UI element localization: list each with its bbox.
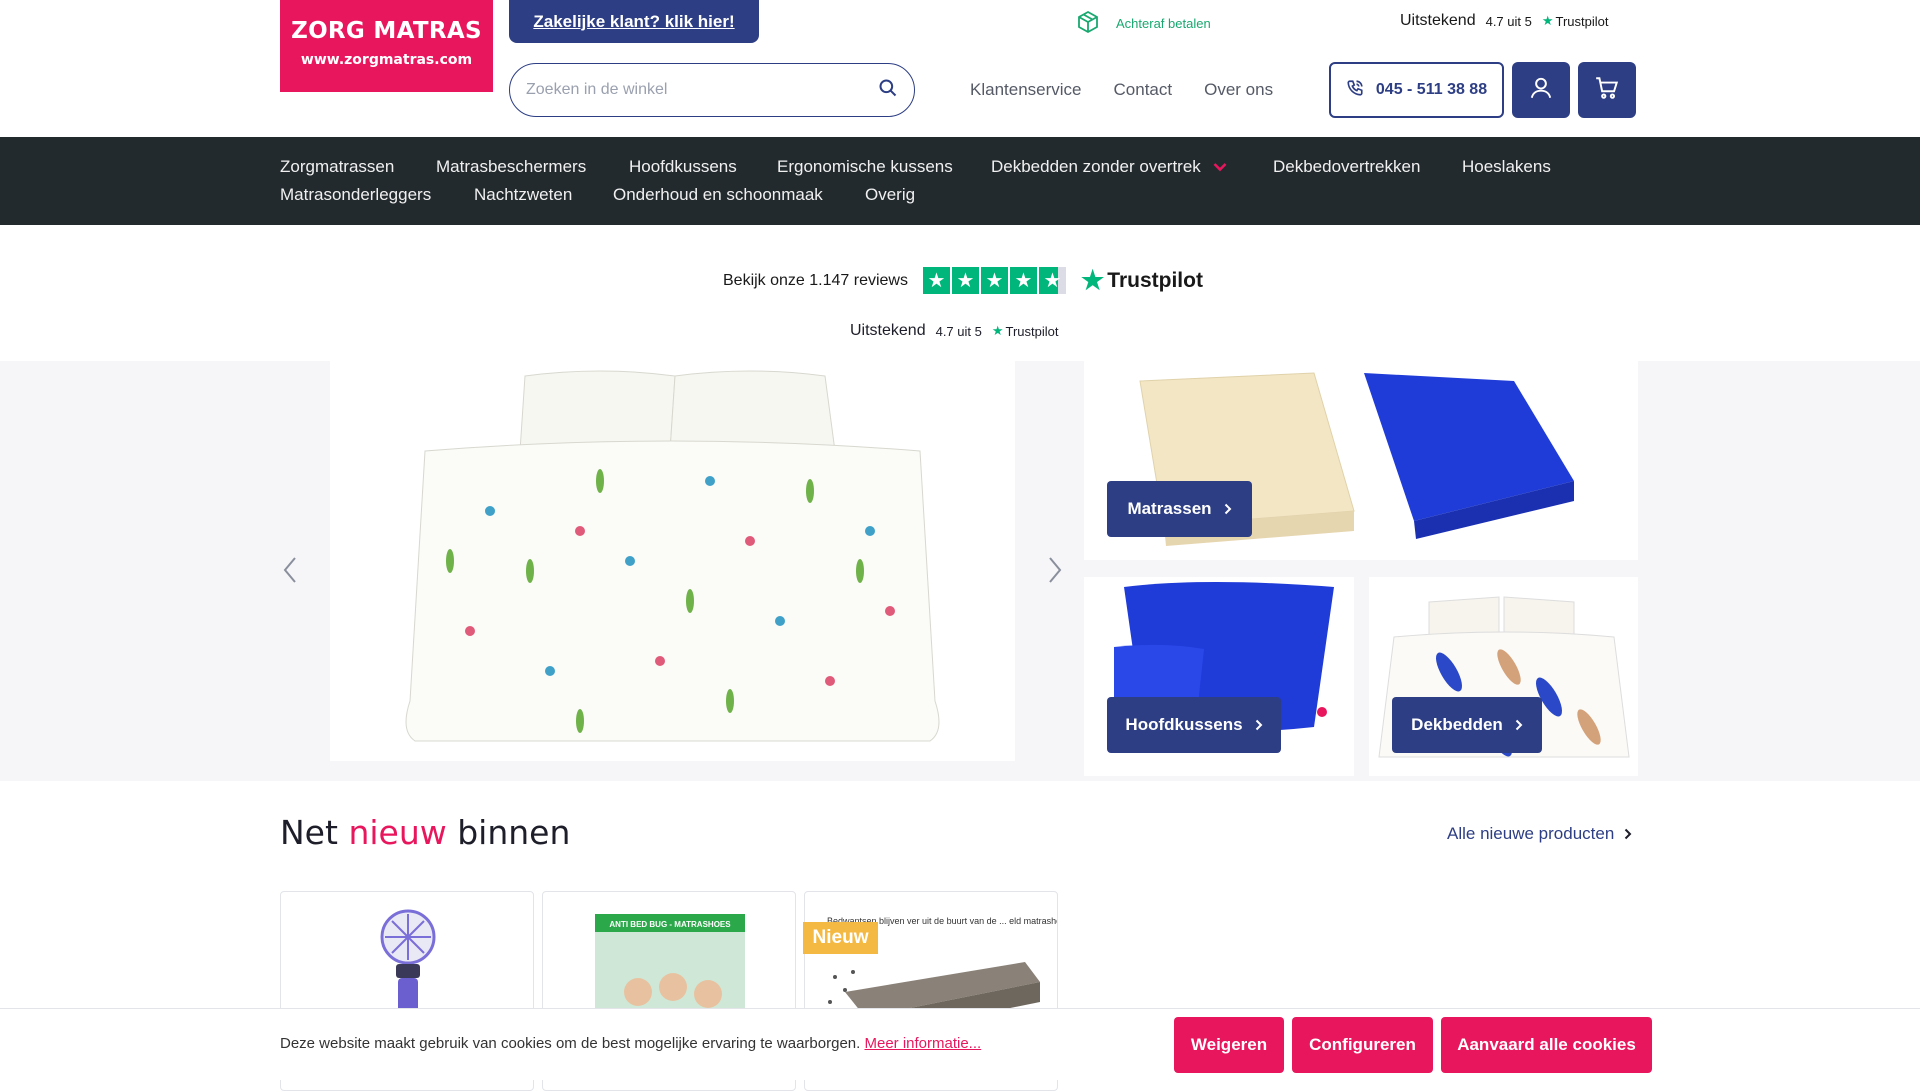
trustpilot-brand: ★ Trustpilot: [1542, 13, 1609, 29]
trustpilot-brand-text: Trustpilot: [1005, 323, 1059, 339]
cart-icon: [1594, 75, 1620, 106]
matrassen-label: Matrassen: [1127, 499, 1212, 518]
floral-duvet-image: [330, 361, 1015, 761]
hoofdkussens-button[interactable]: Hoofdkussens: [1107, 697, 1281, 753]
star-icon: ★: [951, 267, 979, 294]
nav-onderhoud-en-schoonmaak[interactable]: Onderhoud en schoonmaak: [613, 185, 823, 205]
new-in-heading: Net nieuw binnen: [280, 813, 570, 852]
star-icon: ★: [922, 267, 950, 294]
matrashoes-banner: ANTI BED BUG - MATRASHOES: [609, 920, 731, 929]
trustpilot-star-icon: ★: [991, 323, 1004, 338]
trustpilot-review-widget[interactable]: Bekijk onze 1.147 reviews ★ ★ ★ ★ ★ ★ Tr…: [723, 265, 1203, 296]
chevron-right-icon: [1224, 503, 1231, 515]
category-tile-hoofdkussens[interactable]: Hoofdkussens: [1084, 577, 1354, 776]
search-icon[interactable]: [878, 78, 898, 103]
trustpilot-rating-word: Uitstekend: [850, 322, 926, 339]
dekbedden-button[interactable]: Dekbedden: [1392, 697, 1542, 753]
category-tile-dekbedden[interactable]: Dekbedden: [1369, 577, 1638, 776]
phone-icon: [1346, 79, 1364, 102]
nav-hoeslakens[interactable]: Hoeslakens: [1462, 157, 1551, 177]
star-icon: ★: [980, 267, 1008, 294]
all-new-products-link[interactable]: Alle nieuwe producten: [1447, 824, 1632, 844]
cookie-banner: Deze website maakt gebruik van cookies o…: [0, 1008, 1920, 1080]
trustpilot-header-widget[interactable]: Uitstekend 4.7 uit 5 ★ Trustpilot: [1400, 12, 1609, 30]
trustpilot-logo: ★ Trustpilot: [1081, 265, 1203, 296]
hero-slider[interactable]: [330, 361, 1015, 761]
chevron-right-icon: [1049, 557, 1062, 583]
new-in-title-accent: nieuw: [348, 813, 447, 852]
business-customer-button[interactable]: Zakelijke klant? klik hier!: [509, 0, 759, 43]
chevron-right-icon: [1515, 719, 1523, 731]
cookie-message: Deze website maakt gebruik van cookies o…: [280, 1035, 981, 1052]
cart-button[interactable]: [1578, 62, 1636, 118]
nav-dekbedden-label: Dekbedden zonder overtrek: [991, 157, 1201, 176]
trustpilot-score: 4.7 uit 5: [935, 323, 982, 339]
new-badge: Nieuw: [803, 922, 878, 954]
nav-zorgmatrassen[interactable]: Zorgmatrassen: [280, 157, 394, 177]
nav-dekbedovertrekken[interactable]: Dekbedovertrekken: [1273, 157, 1420, 177]
accept-cookies-button[interactable]: Aanvaard alle cookies: [1441, 1017, 1652, 1073]
cookie-text: Deze website maakt gebruik van cookies o…: [280, 1035, 861, 1052]
pay-later-text: Achteraf betalen: [1116, 16, 1211, 31]
phone-button[interactable]: 045 - 511 38 88: [1329, 62, 1504, 118]
nav-nachtzweten[interactable]: Nachtzweten: [474, 185, 572, 205]
slider-prev-button[interactable]: [275, 540, 305, 600]
configure-cookies-button[interactable]: Configureren: [1292, 1017, 1433, 1073]
trustpilot-rating-word: Uitstekend: [1400, 12, 1476, 29]
logo-url: www.zorgmatras.com: [300, 52, 473, 68]
chevron-down-icon: [1213, 157, 1227, 177]
main-navigation: Zorgmatrassen Matrasbeschermers Hoofdkus…: [0, 137, 1920, 225]
trustpilot-mini-widget[interactable]: Uitstekend 4.7 uit 5 ★ Trustpilot: [850, 322, 1059, 340]
search-input[interactable]: Zoeken in de winkel: [526, 81, 878, 99]
new-in-title-post: binnen: [457, 813, 571, 852]
trustpilot-logo-text: Trustpilot: [1107, 268, 1203, 292]
trustpilot-star-icon: ★: [1080, 265, 1105, 295]
link-contact[interactable]: Contact: [1114, 80, 1173, 100]
cookie-more-info-link[interactable]: Meer informatie...: [864, 1035, 981, 1052]
category-tile-matrassen[interactable]: Matrassen: [1084, 361, 1638, 560]
half-star-icon: ★: [1038, 267, 1066, 294]
search-bar[interactable]: Zoeken in de winkel: [509, 63, 915, 117]
all-new-products-label: Alle nieuwe producten: [1447, 824, 1615, 843]
chevron-left-icon: [283, 557, 296, 583]
package-icon: [1076, 10, 1100, 37]
trustpilot-brand-text: Trustpilot: [1555, 13, 1609, 29]
nav-ergonomische-kussens[interactable]: Ergonomische kussens: [777, 157, 953, 177]
phone-number: 045 - 511 38 88: [1375, 81, 1488, 98]
dekbedden-label: Dekbedden: [1411, 715, 1503, 734]
logo-name: ZORG MATRAS: [291, 18, 482, 44]
site-logo[interactable]: ZORG MATRAS www.zorgmatras.com: [280, 0, 493, 92]
trustpilot-brand: ★ Trustpilot: [992, 323, 1059, 339]
chevron-right-icon: [1625, 828, 1632, 840]
star-icon: ★: [1009, 267, 1037, 294]
link-klantenservice[interactable]: Klantenservice: [970, 80, 1082, 100]
nav-hoofdkussens[interactable]: Hoofdkussens: [629, 157, 737, 177]
nav-overig[interactable]: Overig: [865, 185, 915, 205]
nav-matrasonderleggers[interactable]: Matrasonderleggers: [280, 185, 431, 205]
matrassen-button[interactable]: Matrassen: [1107, 481, 1252, 537]
trustpilot-score: 4.7 uit 5: [1485, 13, 1532, 29]
nav-dekbedden-zonder-overtrek[interactable]: Dekbedden zonder overtrek: [991, 157, 1227, 177]
hoofdkussens-label: Hoofdkussens: [1125, 715, 1243, 734]
refuse-cookies-button[interactable]: Weigeren: [1174, 1017, 1284, 1073]
user-icon: [1528, 75, 1554, 106]
chevron-right-icon: [1255, 719, 1262, 731]
link-over-ons[interactable]: Over ons: [1204, 80, 1273, 100]
pay-later-usp: Achteraf betalen: [1076, 10, 1211, 37]
new-in-title-pre: Net: [280, 813, 338, 852]
nav-matrasbeschermers[interactable]: Matrasbeschermers: [436, 157, 586, 177]
slider-next-button[interactable]: [1040, 540, 1070, 600]
trustpilot-stars: ★ ★ ★ ★ ★: [922, 267, 1066, 294]
trustpilot-star-icon: ★: [1541, 13, 1554, 28]
top-links: Klantenservice Contact Over ons: [970, 80, 1273, 100]
trustpilot-reviews-text: Bekijk onze 1.147 reviews: [723, 271, 908, 289]
account-button[interactable]: [1512, 62, 1570, 118]
